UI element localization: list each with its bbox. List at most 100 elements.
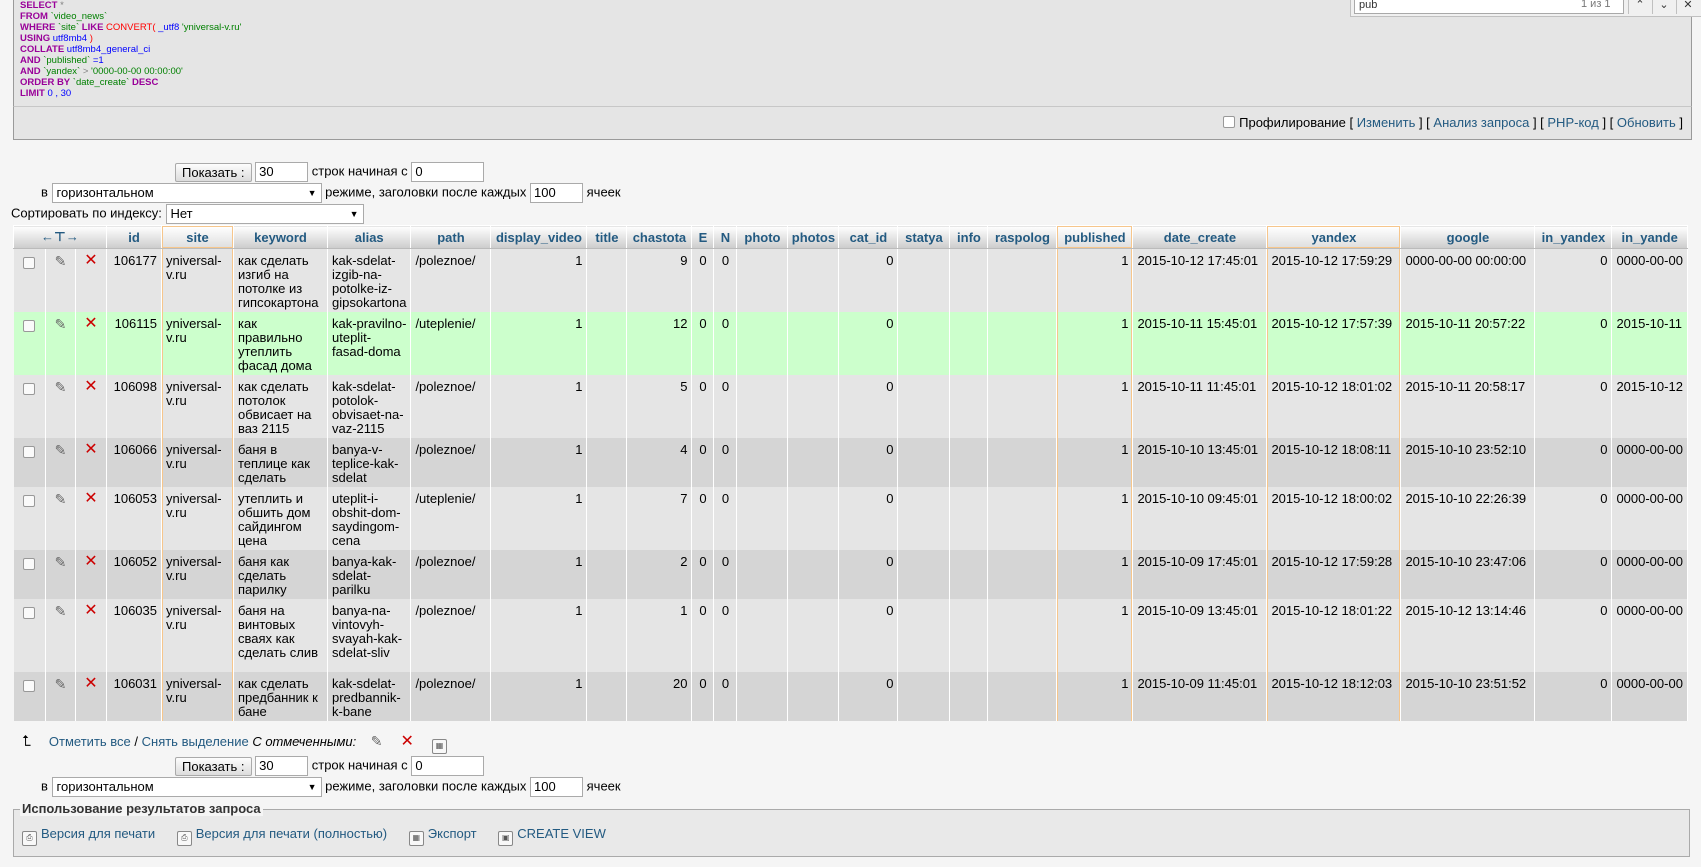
- edit-pencil-icon[interactable]: ✎: [55, 554, 67, 570]
- find-close-button[interactable]: ✕: [1676, 0, 1699, 14]
- cell-date-create[interactable]: 2015-10-09 11:45:01: [1132, 672, 1268, 721]
- cell-chastota[interactable]: 9: [626, 248, 693, 312]
- cell-date-create[interactable]: 2015-10-11 11:45:01: [1132, 375, 1268, 438]
- cell-alias[interactable]: kak-sdelat-potolok-obvisaet-na-vaz-2115: [327, 375, 412, 438]
- cell-published[interactable]: 1: [1056, 487, 1134, 550]
- cell-N[interactable]: 0: [713, 312, 738, 375]
- check-all-link[interactable]: Отметить все: [49, 734, 131, 749]
- cell-cat-id[interactable]: 0: [838, 248, 899, 312]
- cell-statya[interactable]: [897, 487, 951, 550]
- cell-cat-id[interactable]: 0: [838, 312, 899, 375]
- cell-published[interactable]: 1: [1056, 375, 1134, 438]
- cell-in-yandex[interactable]: 0: [1534, 487, 1613, 550]
- bulk-edit-pencil-icon[interactable]: ✎: [371, 733, 383, 749]
- print-view-full-link[interactable]: Версия для печати (полностью): [196, 826, 387, 841]
- table-row[interactable]: ✎ ✕ 106053 yniversal-v.ru утеплить и обшить …: [13, 487, 1688, 550]
- cell-path[interactable]: /uteplenie/: [410, 312, 492, 375]
- cell-yandex[interactable]: 2015-10-12 18:12:03: [1266, 672, 1402, 721]
- cell-statya[interactable]: [897, 312, 951, 375]
- cell-keyword[interactable]: утеплить и обшить дом сайдингом цена: [233, 487, 328, 550]
- cell-path[interactable]: /poleznoe/: [410, 438, 492, 487]
- cell-info[interactable]: [949, 672, 989, 721]
- cell-info[interactable]: [949, 599, 989, 672]
- cell-in-yande2[interactable]: 2015-10-11: [1611, 312, 1688, 375]
- cell-N[interactable]: 0: [713, 375, 738, 438]
- cell-in-yandex[interactable]: 0: [1534, 599, 1613, 672]
- edit-pencil-icon[interactable]: ✎: [55, 253, 67, 269]
- column-header-info[interactable]: info: [949, 225, 989, 249]
- cell-raspolog[interactable]: [987, 599, 1058, 672]
- cell-in-yande2[interactable]: 0000-00-00: [1611, 550, 1688, 599]
- edit-pencil-icon[interactable]: ✎: [55, 676, 67, 692]
- cell-alias[interactable]: kak-sdelat-izgib-na-potolke-iz-gipsokart…: [327, 248, 412, 312]
- column-header-statya[interactable]: statya: [897, 225, 951, 249]
- start-row-input[interactable]: 0: [411, 162, 485, 182]
- cell-chastota[interactable]: 1: [626, 599, 693, 672]
- cell-site[interactable]: yniversal-v.ru: [161, 672, 234, 721]
- cell-yandex[interactable]: 2015-10-12 18:08:11: [1266, 438, 1402, 487]
- cell-photos[interactable]: [787, 438, 840, 487]
- cell-id[interactable]: 106035: [106, 599, 162, 672]
- cell-path[interactable]: /poleznoe/: [410, 550, 492, 599]
- cell-cat-id[interactable]: 0: [838, 487, 899, 550]
- cell-info[interactable]: [949, 248, 989, 312]
- edit-pencil-icon[interactable]: ✎: [55, 316, 67, 332]
- column-header-title[interactable]: title: [586, 225, 628, 249]
- cell-site[interactable]: yniversal-v.ru: [161, 438, 234, 487]
- create-view-link[interactable]: CREATE VIEW: [517, 826, 606, 841]
- cell-in-yande2[interactable]: 2015-10-12: [1611, 375, 1688, 438]
- column-header-in-yande[interactable]: in_yande: [1611, 225, 1688, 249]
- cell-title[interactable]: [586, 487, 628, 550]
- table-row[interactable]: ✎ ✕ 106031 yniversal-v.ru как сделать предба…: [13, 672, 1688, 721]
- cell-yandex[interactable]: 2015-10-12 17:59:28: [1266, 550, 1402, 599]
- cell-title[interactable]: [586, 375, 628, 438]
- cell-display-video[interactable]: 1: [490, 672, 588, 721]
- cell-alias[interactable]: uteplit-i-obshit-dom-saydingom-cena: [327, 487, 412, 550]
- column-header-yandex[interactable]: yandex: [1266, 225, 1402, 249]
- cell-keyword[interactable]: как сделать предбанник к бане: [233, 672, 328, 721]
- cell-photo[interactable]: [736, 672, 789, 721]
- cell-id[interactable]: 106066: [106, 438, 162, 487]
- cell-raspolog[interactable]: [987, 375, 1058, 438]
- cell-site[interactable]: yniversal-v.ru: [161, 599, 234, 672]
- column-header-site[interactable]: site: [161, 225, 234, 249]
- column-header-google[interactable]: google: [1400, 225, 1536, 249]
- cell-chastota[interactable]: 5: [626, 375, 693, 438]
- column-header-display-video[interactable]: display_video: [490, 225, 588, 249]
- repeat-headers-input[interactable]: 100: [530, 183, 583, 203]
- cell-site[interactable]: yniversal-v.ru: [161, 375, 234, 438]
- cell-title[interactable]: [586, 438, 628, 487]
- profiling-checkbox[interactable]: [1223, 116, 1236, 128]
- cell-display-video[interactable]: 1: [490, 438, 588, 487]
- cell-google[interactable]: 2015-10-10 23:51:52: [1400, 672, 1536, 721]
- show-button-bottom[interactable]: Показать :: [175, 756, 252, 776]
- cell-title[interactable]: [586, 672, 628, 721]
- cell-in-yandex[interactable]: 0: [1534, 550, 1613, 599]
- cell-E[interactable]: 0: [691, 438, 715, 487]
- cell-display-video[interactable]: 1: [490, 375, 588, 438]
- delete-icon[interactable]: ✕: [84, 315, 97, 332]
- cell-id[interactable]: 106053: [106, 487, 162, 550]
- cell-in-yande2[interactable]: 0000-00-00: [1611, 248, 1688, 312]
- column-header-in-yandex[interactable]: in_yandex: [1534, 225, 1613, 249]
- cell-yandex[interactable]: 2015-10-12 18:01:22: [1266, 599, 1402, 672]
- table-row[interactable]: ✎ ✕ 106098 yniversal-v.ru как сделать потоло…: [13, 375, 1688, 438]
- cell-photo[interactable]: [736, 487, 789, 550]
- cell-photos[interactable]: [787, 312, 840, 375]
- cell-info[interactable]: [949, 375, 989, 438]
- edit-pencil-icon[interactable]: ✎: [55, 442, 67, 458]
- cell-photos[interactable]: [787, 248, 840, 312]
- cell-site[interactable]: yniversal-v.ru: [161, 487, 234, 550]
- cell-photos[interactable]: [787, 672, 840, 721]
- delete-icon[interactable]: ✕: [84, 553, 97, 570]
- cell-display-video[interactable]: 1: [490, 550, 588, 599]
- cell-id[interactable]: 106098: [106, 375, 162, 438]
- column-header-published[interactable]: published: [1056, 225, 1134, 249]
- cell-site[interactable]: yniversal-v.ru: [161, 248, 234, 312]
- row-checkbox[interactable]: [23, 383, 36, 395]
- delete-icon[interactable]: ✕: [84, 675, 97, 692]
- cell-keyword[interactable]: как правильно утеплить фасад дома: [233, 312, 328, 375]
- cell-in-yandex[interactable]: 0: [1534, 375, 1613, 438]
- cell-published[interactable]: 1: [1056, 672, 1134, 721]
- delete-icon[interactable]: ✕: [84, 378, 97, 395]
